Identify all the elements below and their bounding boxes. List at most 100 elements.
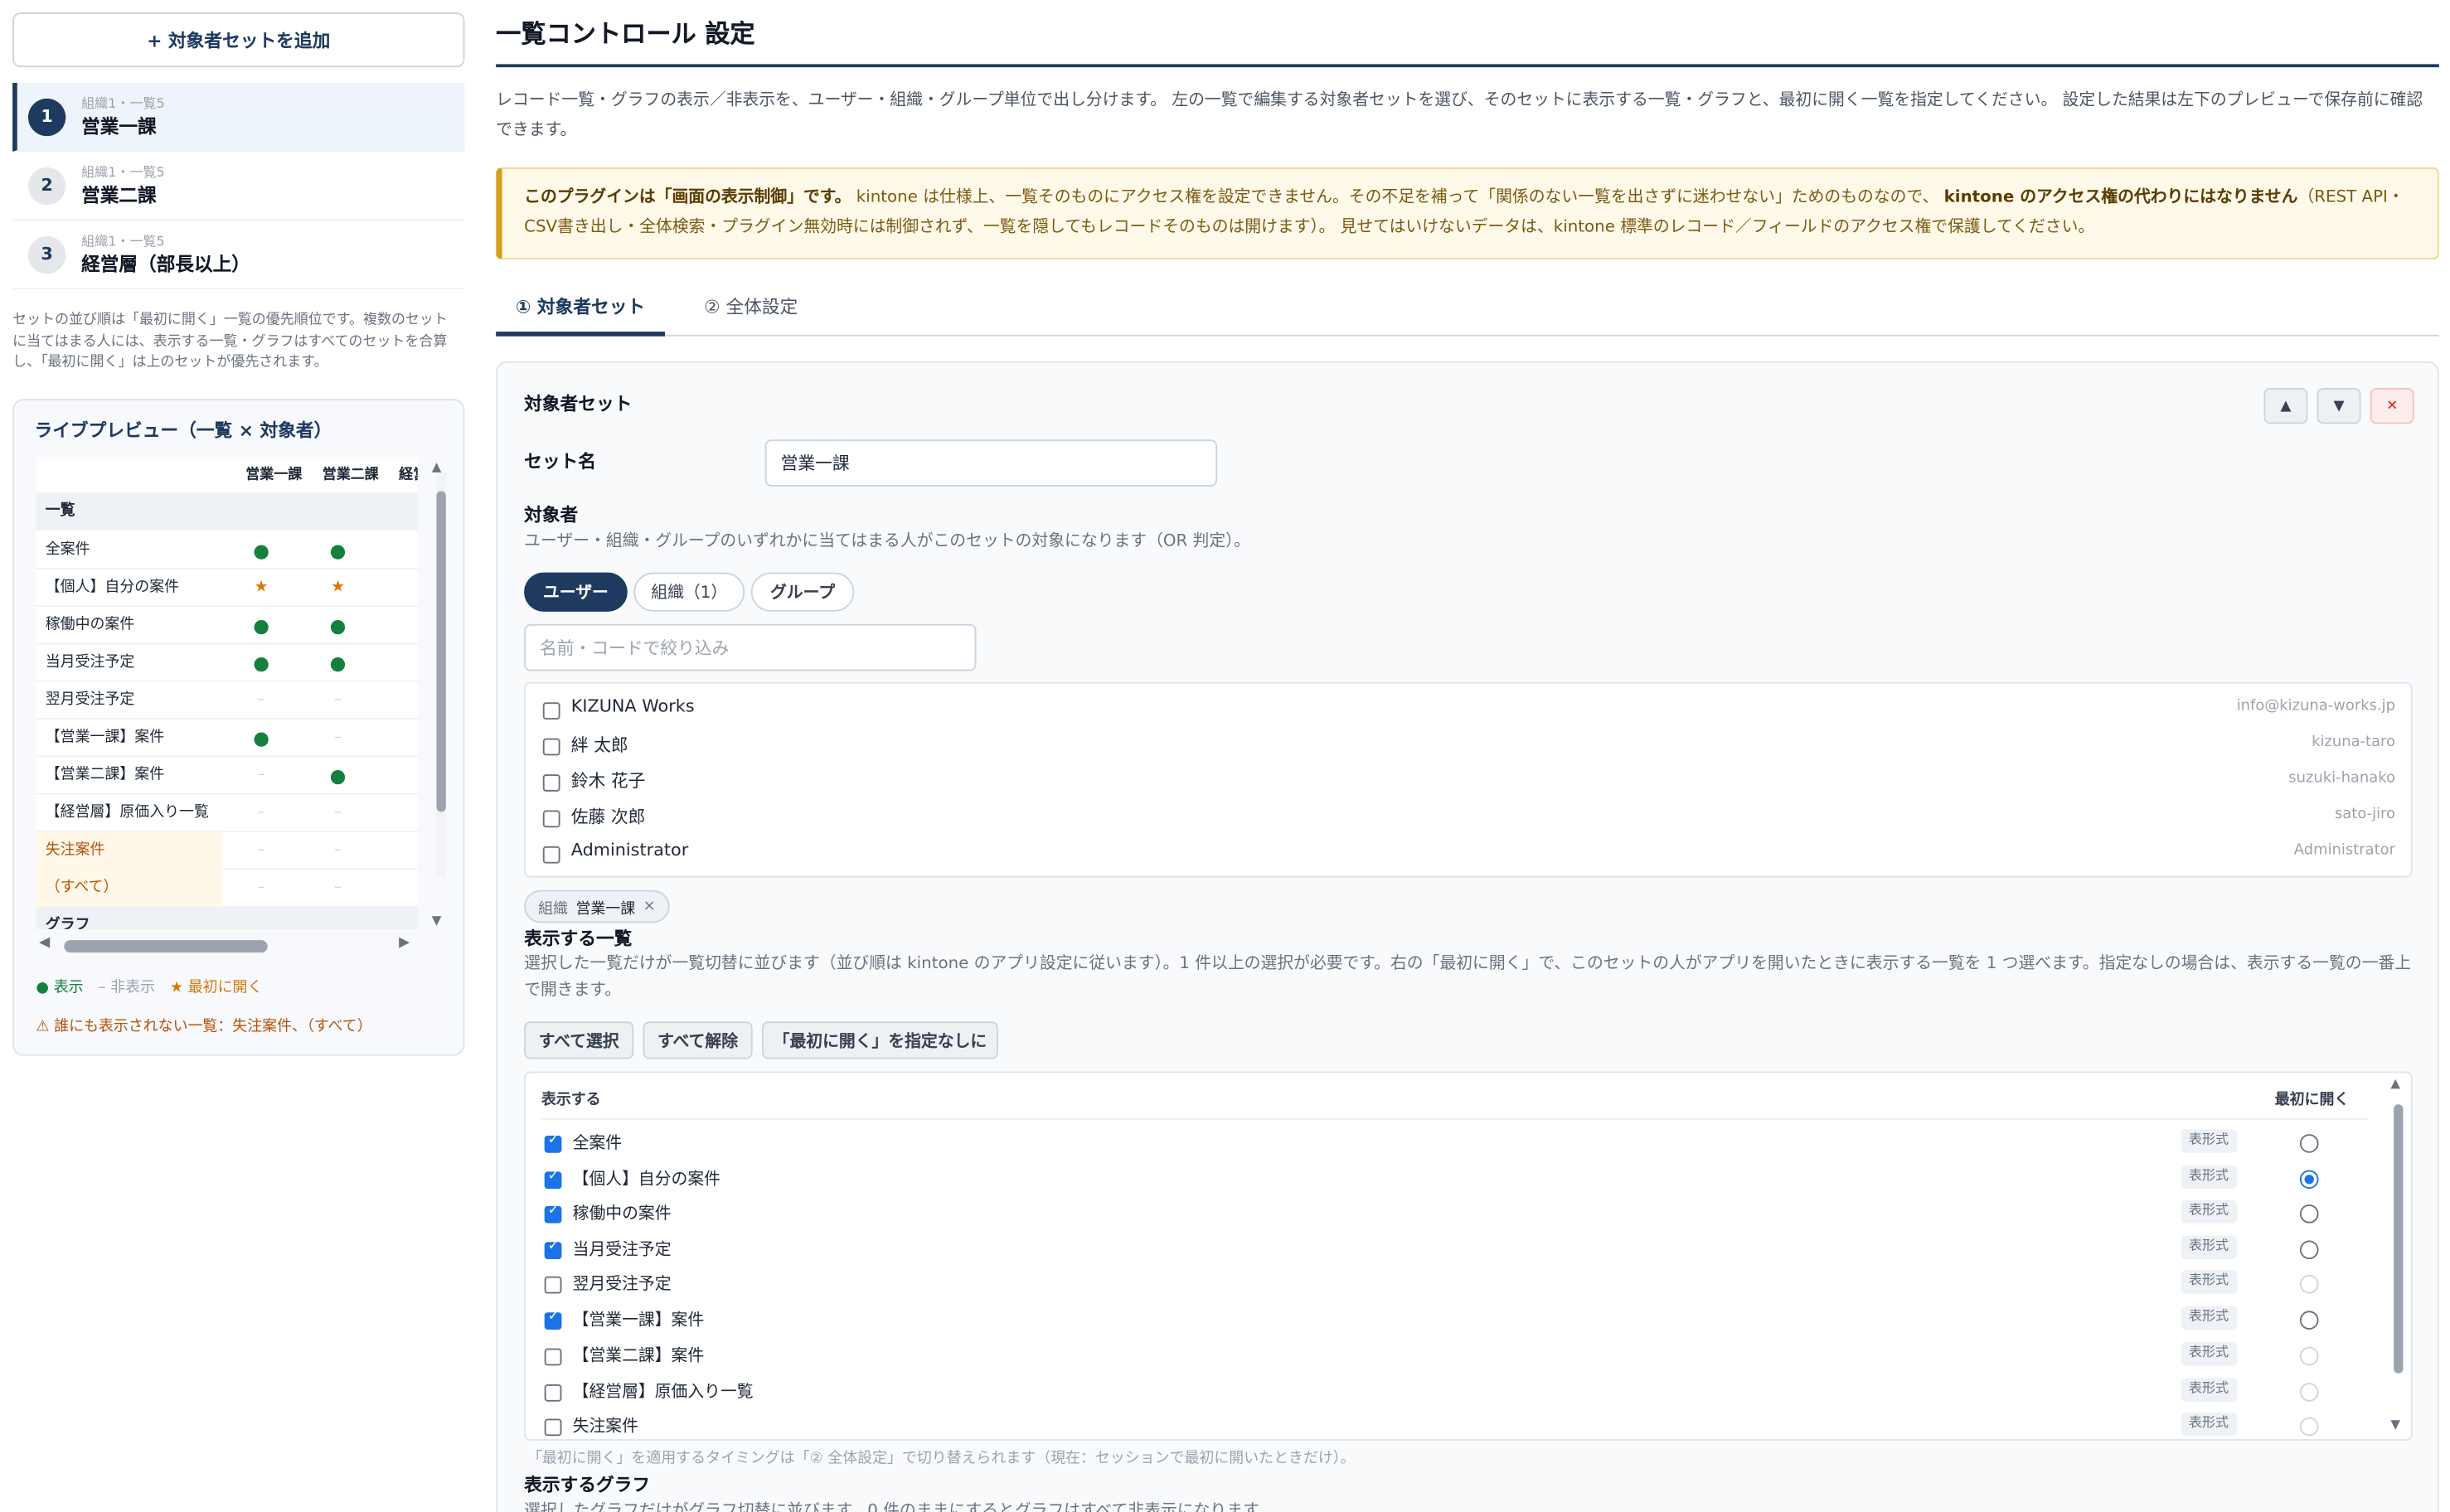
pill-groups[interactable]: グループ: [750, 572, 855, 612]
scroll-up-icon[interactable]: ▲: [432, 460, 442, 474]
selected-org-chip: 組織 営業一課 ×: [524, 889, 670, 923]
user-row[interactable]: 佐藤 次郎 sato-jiro: [526, 799, 2411, 834]
view-checkbox[interactable]: [544, 1418, 562, 1437]
user-checkbox[interactable]: [542, 810, 560, 828]
preview-legend: ● 表示 – 非表示 ★ 最初に開く: [36, 979, 263, 997]
first-open-radio[interactable]: [2299, 1204, 2319, 1224]
user-checkbox[interactable]: [542, 738, 560, 756]
first-open-radio[interactable]: [2299, 1240, 2319, 1260]
user-row[interactable]: 鈴木 花子 suzuki-hanako: [526, 763, 2411, 798]
view-row[interactable]: 【経営層】原価入り一覧 表形式: [526, 1375, 2372, 1410]
view-row[interactable]: 翌月受注予定 表形式: [526, 1267, 2372, 1301]
delete-set-button[interactable]: ✕: [2370, 387, 2414, 424]
scroll-up-icon: ▲: [2390, 1076, 2400, 1091]
user-checkbox[interactable]: [542, 774, 560, 792]
select-all-button[interactable]: すべて選択: [524, 1021, 634, 1059]
user-checkbox[interactable]: [542, 702, 560, 720]
view-row[interactable]: 【個人】自分の案件表形式: [526, 1162, 2372, 1197]
view-checkbox[interactable]: [544, 1348, 562, 1366]
set-item-2[interactable]: 2 組織1・一覧5 営業二課: [12, 152, 465, 221]
set-name-label: セット名: [524, 450, 596, 472]
filter-input[interactable]: 名前・コードで絞り込み: [524, 623, 977, 671]
views-scrollbar[interactable]: ▲ ▼: [2390, 1076, 2404, 1432]
preview-row: 一覧: [36, 492, 418, 531]
preview-horizontal-scrollbar[interactable]: [55, 940, 424, 953]
first-open-radio[interactable]: [2299, 1134, 2319, 1153]
clear-first-open-button[interactable]: 「最初に開く」を指定なしに: [761, 1021, 998, 1059]
view-row[interactable]: 当月受注予定表形式: [526, 1233, 2372, 1267]
tab-global-settings[interactable]: ② 全体設定: [681, 282, 822, 337]
preview-row: 翌月受注予定 – –: [36, 682, 418, 720]
page-title: 一覧コントロール 設定: [496, 18, 755, 49]
preview-title: ライブプレビュー（一覧 × 対象者）: [34, 419, 332, 442]
preview-row: 当月受注予定 ● ●: [36, 644, 418, 682]
views-label: 表示する一覧: [524, 927, 633, 950]
title-divider: [496, 64, 2439, 68]
remove-chip-icon[interactable]: ×: [643, 898, 656, 915]
preview-col-1: 営業一課: [245, 468, 303, 484]
view-row[interactable]: 【営業一課】案件表形式: [526, 1303, 2372, 1338]
first-open-radio[interactable]: [2299, 1311, 2319, 1330]
view-checkbox[interactable]: [544, 1384, 562, 1402]
pill-users[interactable]: ユーザー: [524, 572, 628, 612]
preview-row: 【営業二課】案件 – ●: [36, 757, 418, 795]
access-warning-alert: このプラグインは「画面の表示制御」です。 kintone は仕様上、一覧そのもの…: [496, 167, 2439, 260]
set-name: 営業二課: [81, 183, 157, 206]
preview-row: （すべて） – –: [36, 870, 418, 908]
set-name: 営業一課: [81, 114, 157, 138]
view-checkbox[interactable]: [544, 1309, 562, 1330]
preview-row: グラフ: [36, 907, 418, 929]
target-desc: ユーザー・組織・グループのいずれかに当てはまる人がこのセットの対象になります（O…: [524, 531, 1250, 551]
preview-vertical-scrollbar[interactable]: [436, 472, 446, 876]
views-list: 表示する 最初に開く 全案件表形式 【個人】自分の案件表形式 稼働中の案件表形式…: [524, 1071, 2413, 1441]
preview-row: 【営業一課】案件 ● –: [36, 720, 418, 758]
user-row[interactable]: Administrator Administrator: [526, 836, 2411, 870]
view-row[interactable]: 全案件表形式: [526, 1127, 2372, 1161]
view-checkbox[interactable]: [544, 1132, 562, 1153]
view-checkbox[interactable]: [544, 1239, 562, 1260]
user-row[interactable]: 絆 太郎 kizuna-taro: [526, 727, 2411, 762]
pill-organizations[interactable]: 組織（1）: [633, 572, 745, 612]
view-row[interactable]: 稼働中の案件表形式: [526, 1197, 2372, 1232]
view-checkbox[interactable]: [544, 1276, 562, 1294]
set-summary: 組織1・一覧5: [81, 165, 165, 181]
first-open-radio[interactable]: [2299, 1170, 2319, 1190]
preview-row: 稼働中の案件 ● ●: [36, 607, 418, 645]
first-open-radio: [2299, 1346, 2319, 1366]
sidebar: + 対象者セットを追加 1 組織1・一覧5 営業一課 2 組織1・一覧5 営業二課 …: [12, 12, 465, 375]
card-heading: 対象者セット: [524, 392, 633, 415]
user-checkbox[interactable]: [542, 846, 560, 864]
preview-row: 【個人】自分の案件 ★ ★: [36, 569, 418, 608]
scroll-down-icon: ▼: [2390, 1417, 2400, 1432]
view-checkbox[interactable]: [544, 1169, 562, 1190]
move-down-button[interactable]: ▼: [2317, 387, 2361, 424]
user-row[interactable]: KIZUNA Works info@kizuna-works.jp: [526, 691, 2411, 726]
view-row[interactable]: 失注案件 表形式: [526, 1409, 2372, 1439]
scroll-left-icon[interactable]: ◀: [39, 935, 50, 951]
timing-note: 「最初に開く」を適用するタイミングは「② 全体設定」で切り替えられます（現在：セ…: [526, 1450, 1356, 1468]
set-item-3[interactable]: 3 組織1・一覧5 経営層（部長以上）: [12, 220, 465, 290]
scroll-down-icon[interactable]: ▼: [432, 914, 442, 928]
first-open-radio: [2299, 1274, 2319, 1294]
live-preview-panel: ライブプレビュー（一覧 × 対象者） 営業一課 営業二課 経営層 一覧 全案件●…: [12, 399, 465, 1056]
user-list: KIZUNA Works info@kizuna-works.jp 絆 太郎 kiz…: [524, 681, 2413, 878]
set-item-1[interactable]: 1 組織1・一覧5 営業一課: [12, 83, 465, 153]
tab-target-sets[interactable]: ① 対象者セット: [496, 282, 665, 337]
add-set-button[interactable]: + 対象者セットを追加: [12, 12, 465, 68]
views-desc: 選択した一覧だけが一覧切替に並びます（並び順は kintone のアプリ設定に従…: [524, 954, 2412, 1000]
move-up-button[interactable]: ▲: [2263, 387, 2308, 424]
view-checkbox[interactable]: [544, 1203, 562, 1224]
set-number: 2: [27, 166, 66, 205]
preview-row: 【経営層】原価入り一覧 – –: [36, 795, 418, 832]
intro-text: レコード一覧・グラフの表示／非表示を、ユーザー・組織・グループ単位で出し分けます…: [496, 90, 2423, 139]
col-first-open: 最初に開く: [2274, 1092, 2350, 1109]
set-summary: 組織1・一覧5: [81, 96, 165, 112]
settings-tabs: ① 対象者セット ② 全体設定: [496, 282, 2439, 337]
unseen-views-warning: ⚠ 誰にも表示されない一覧：失注案件、（すべて）: [36, 1018, 372, 1036]
preview-col-2: 営業二課: [322, 468, 379, 484]
deselect-all-button[interactable]: すべて解除: [643, 1021, 753, 1059]
first-open-radio: [2299, 1383, 2319, 1402]
view-row[interactable]: 【営業二課】案件 表形式: [526, 1339, 2372, 1374]
set-number: 1: [27, 97, 66, 136]
set-name-input[interactable]: 営業一課: [764, 439, 1218, 487]
